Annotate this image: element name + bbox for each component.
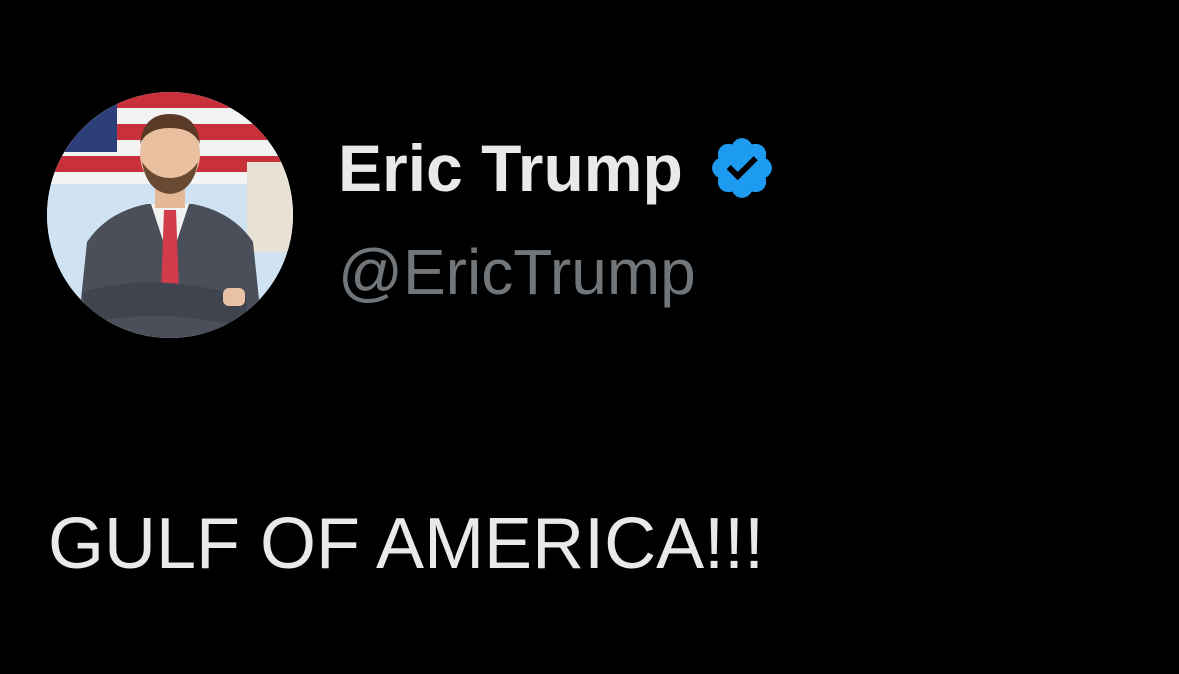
verified-badge-icon[interactable] xyxy=(707,133,777,203)
author-handle[interactable]: @EricTrump xyxy=(338,234,696,310)
tweet-body-text: GULF OF AMERICA!!! xyxy=(48,504,765,584)
author-display-name[interactable]: Eric Trump xyxy=(338,128,683,208)
avatar-image xyxy=(47,92,293,338)
profile-avatar[interactable] xyxy=(47,92,293,338)
author-name-row: Eric Trump xyxy=(338,128,777,208)
tweet-card: Eric Trump @EricTrump GULF OF AMERICA!!! xyxy=(0,0,1179,674)
